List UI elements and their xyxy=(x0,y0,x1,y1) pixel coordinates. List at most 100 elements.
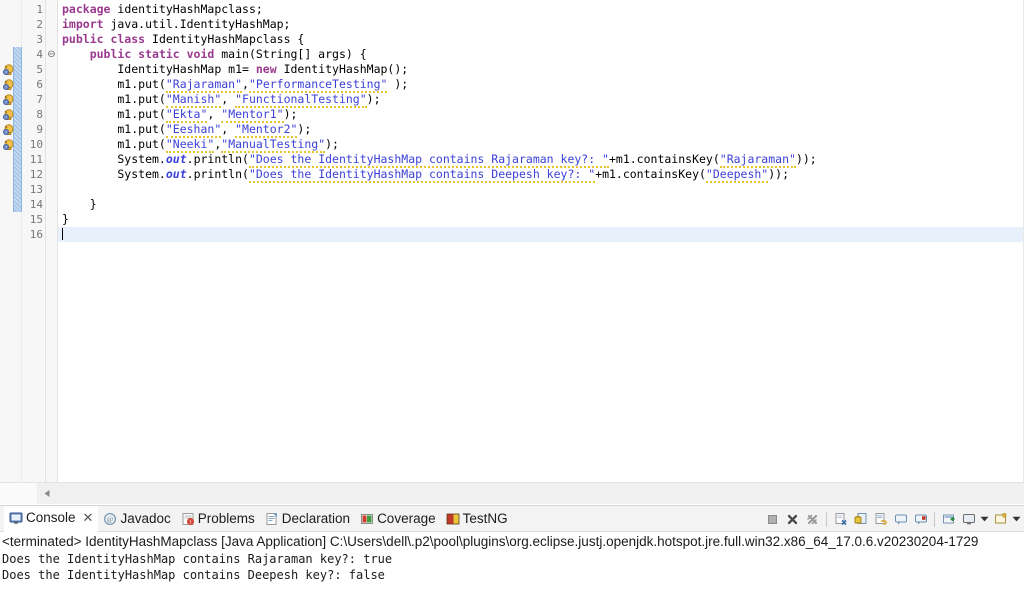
display-console-dropdown[interactable] xyxy=(979,509,990,529)
code-line[interactable]: m1.put("Eeshan", "Mentor2"); xyxy=(58,122,1023,138)
text-cursor xyxy=(62,228,63,240)
fold-slot xyxy=(46,212,57,227)
remove-launch-button[interactable] xyxy=(783,509,802,529)
tab-problems[interactable]: ! Problems xyxy=(176,506,260,532)
code-token: System. xyxy=(62,167,166,181)
warning-bulb-icon[interactable]: ! xyxy=(2,78,16,92)
editor-horizontal-scrollbar[interactable] xyxy=(0,482,1024,504)
code-line[interactable] xyxy=(58,182,1023,197)
scroll-lock-button[interactable] xyxy=(851,509,870,529)
console-launch-status: <terminated> IdentityHashMapclass [Java … xyxy=(2,534,979,549)
code-token: , xyxy=(221,122,236,136)
code-token: ); xyxy=(283,107,298,121)
code-token: , xyxy=(207,107,222,121)
code-token: , xyxy=(221,92,236,106)
display-selected-console-button[interactable] xyxy=(959,509,978,529)
line-number: 15 xyxy=(29,213,43,226)
warning-bulb-icon[interactable]: ! xyxy=(2,123,16,137)
svg-text:!: ! xyxy=(5,85,6,90)
warning-bulb-icon[interactable]: ! xyxy=(2,138,16,152)
code-line[interactable]: public static void main(String[] args) { xyxy=(58,47,1023,62)
code-line[interactable]: System.out.println("Does the IdentityHas… xyxy=(58,167,1023,183)
testng-icon xyxy=(446,512,460,526)
code-token: main(String[] args) { xyxy=(214,47,367,61)
svg-text:!: ! xyxy=(5,100,6,105)
console-output-area[interactable]: <terminated> IdentityHashMapclass [Java … xyxy=(0,532,1024,610)
code-token: "Eeshan" xyxy=(165,122,222,138)
code-token: +m1.containsKey( xyxy=(608,152,720,166)
terminate-button[interactable] xyxy=(763,509,782,529)
code-token: "PerformanceTesting" xyxy=(248,77,388,93)
close-icon[interactable]: ✕ xyxy=(83,510,94,526)
clear-console-button[interactable] xyxy=(831,509,850,529)
code-line[interactable] xyxy=(58,227,1023,242)
tab-javadoc[interactable]: @ Javadoc xyxy=(98,506,175,532)
code-token: , xyxy=(242,77,249,91)
code-line[interactable]: m1.put("Rajaraman","PerformanceTesting" … xyxy=(58,77,1023,93)
code-editor-panel: !!!!!! 1 2 3 4 5 6 7 8 9 10 11 12 13 14 15 16 ⊖ package… xyxy=(0,0,1024,504)
scrollbar-track[interactable] xyxy=(56,483,1024,504)
code-line[interactable]: } xyxy=(58,212,1023,227)
tab-testng[interactable]: TestNG xyxy=(441,506,513,532)
fold-slot xyxy=(46,92,57,107)
line-number: 14 xyxy=(29,198,43,211)
console-output-lines: Does the IdentityHashMap contains Rajara… xyxy=(2,551,1024,583)
show-console-on-output-button[interactable] xyxy=(891,509,910,529)
editor-code-area[interactable]: package identityHashMapclass; import java… xyxy=(58,0,1023,482)
code-line[interactable]: package identityHashMapclass; xyxy=(58,2,1023,17)
code-token: "Mentor2" xyxy=(235,122,298,138)
word-wrap-button[interactable] xyxy=(871,509,890,529)
open-console-button[interactable] xyxy=(991,509,1010,529)
tab-coverage[interactable]: Coverage xyxy=(355,506,441,532)
warning-bulb-icon[interactable]: ! xyxy=(2,108,16,122)
tab-declaration[interactable]: Declaration xyxy=(260,506,355,532)
line-number: 2 xyxy=(36,18,43,31)
warning-bulb-icon[interactable]: ! xyxy=(2,93,16,107)
code-line[interactable]: m1.put("Ekta", "Mentor1"); xyxy=(58,107,1023,123)
fold-slot xyxy=(46,152,57,167)
editor-folding-ruler[interactable]: ⊖ xyxy=(46,0,58,482)
tab-label: TestNG xyxy=(462,511,508,526)
code-token: m1.put( xyxy=(62,92,166,106)
remove-all-terminated-button[interactable] xyxy=(803,509,822,529)
code-token: "Does the IdentityHashMap contains Rajar… xyxy=(248,152,609,168)
code-line[interactable]: import java.util.IdentityHashMap; xyxy=(58,17,1023,32)
fold-slot xyxy=(46,32,57,47)
code-token: "Deepesh" xyxy=(705,167,769,183)
code-token: new xyxy=(255,62,277,76)
code-token: "Rajaraman" xyxy=(165,77,243,93)
code-token: m1.put( xyxy=(62,122,166,136)
code-line[interactable]: m1.put("Neeki","ManualTesting"); xyxy=(58,137,1023,153)
pin-console-button[interactable] xyxy=(939,509,958,529)
code-line[interactable]: m1.put("Manish", "FunctionalTesting"); xyxy=(58,92,1023,108)
code-token: } xyxy=(62,197,97,211)
show-console-on-error-button[interactable] xyxy=(911,509,930,529)
tab-console[interactable]: Console ✕ xyxy=(4,505,99,532)
editor-marker-ruler[interactable]: !!!!!! xyxy=(0,0,22,482)
fold-collapse-icon[interactable]: ⊖ xyxy=(46,47,57,62)
scroll-left-arrow-icon[interactable] xyxy=(38,483,56,504)
code-token: package xyxy=(62,2,111,16)
code-line[interactable]: } xyxy=(58,197,1023,212)
svg-text:!: ! xyxy=(5,70,6,75)
code-line[interactable]: IdentityHashMap m1= new IdentityHashMap(… xyxy=(58,62,1023,77)
tab-label: Coverage xyxy=(377,511,436,526)
line-number: 8 xyxy=(36,108,43,121)
line-number: 1 xyxy=(36,3,43,16)
line-number: 3 xyxy=(36,33,43,46)
console-toolbar xyxy=(763,506,1022,532)
code-token: "ManualTesting" xyxy=(221,137,326,153)
code-token: .println( xyxy=(186,152,249,166)
code-line[interactable]: public class IdentityHashMapclass { xyxy=(58,32,1023,47)
fold-slot xyxy=(46,107,57,122)
tab-label: Problems xyxy=(197,511,255,526)
open-console-dropdown[interactable] xyxy=(1011,509,1022,529)
code-token: IdentityHashMap m1= xyxy=(62,62,256,76)
warning-bulb-icon[interactable]: ! xyxy=(2,63,16,77)
fold-slot xyxy=(46,2,57,17)
code-token: ); xyxy=(366,92,381,106)
code-line[interactable]: System.out.println("Does the IdentityHas… xyxy=(58,152,1023,168)
code-token: "Manish" xyxy=(165,92,222,108)
line-number: 4 xyxy=(36,48,43,61)
tab-label: Javadoc xyxy=(120,511,171,526)
